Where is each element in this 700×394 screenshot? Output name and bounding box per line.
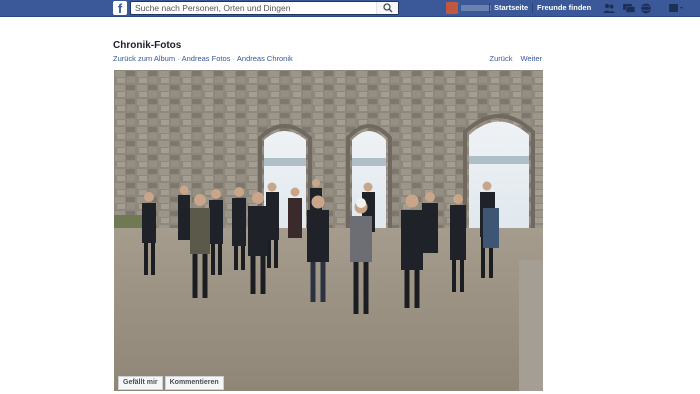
- find-friends-link[interactable]: Freunde finden: [537, 3, 591, 12]
- divider: [489, 3, 490, 13]
- search-input[interactable]: [135, 2, 373, 14]
- previous-photo-link[interactable]: Zurück: [490, 54, 513, 63]
- breadcrumb: Zurück zum Album · Andreas Fotos · Andreas C…: [113, 54, 293, 63]
- comment-button[interactable]: Kommentieren: [164, 376, 224, 390]
- photo-pager: Zurück Weiter: [482, 54, 542, 63]
- breadcrumb-separator: ·: [232, 54, 235, 63]
- search-icon: [383, 3, 393, 13]
- next-photo-link[interactable]: Weiter: [520, 54, 542, 63]
- breadcrumb-timeline[interactable]: Andreas Chronik: [237, 54, 293, 63]
- facebook-logo-icon[interactable]: f: [113, 1, 127, 15]
- friend-requests-icon[interactable]: [602, 3, 616, 14]
- settings-icon[interactable]: [668, 3, 683, 14]
- like-button[interactable]: Gefällt mir: [118, 376, 163, 390]
- breadcrumb-photos[interactable]: Andreas Fotos: [182, 54, 231, 63]
- profile-link[interactable]: [446, 2, 491, 14]
- avatar: [446, 2, 458, 14]
- profile-name-blurred: [461, 5, 491, 11]
- breadcrumb-back-to-album[interactable]: Zurück zum Album: [113, 54, 175, 63]
- divider: [532, 3, 533, 13]
- photo[interactable]: [114, 70, 543, 391]
- top-navigation-bar: f Startseite Freunde finden: [0, 0, 700, 17]
- breadcrumb-separator: ·: [177, 54, 180, 63]
- messages-icon[interactable]: [622, 3, 636, 14]
- home-link[interactable]: Startseite: [494, 3, 528, 12]
- search-button[interactable]: [376, 2, 398, 14]
- page-title: Chronik-Fotos: [113, 40, 182, 51]
- notifications-icon[interactable]: [640, 3, 654, 14]
- search-box: [130, 1, 399, 15]
- photo-actions: Gefällt mir Kommentieren: [118, 376, 224, 390]
- photo-image: [114, 70, 543, 391]
